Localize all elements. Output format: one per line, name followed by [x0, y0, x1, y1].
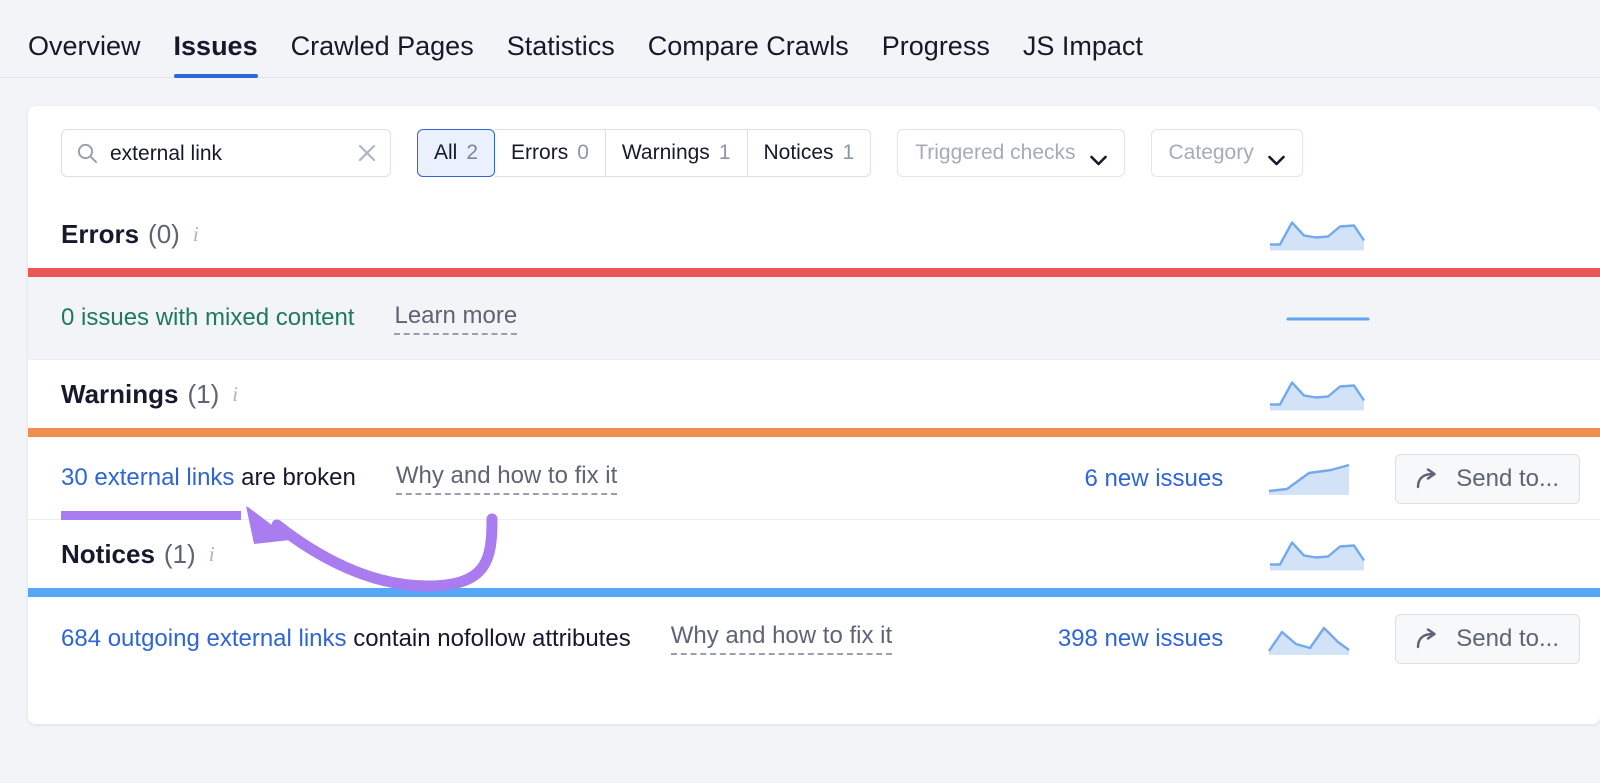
divider-warnings — [28, 428, 1600, 437]
filter-toolbar: external link All 2 Errors 0 Warnings 1 — [28, 106, 1600, 200]
tab-js-impact[interactable]: JS Impact — [1023, 33, 1143, 77]
tab-progress[interactable]: Progress — [882, 33, 990, 77]
issue-title-link[interactable]: 684 outgoing external links — [61, 625, 347, 652]
section-title-notices: Notices — [61, 539, 155, 570]
category-label: Category — [1169, 141, 1254, 165]
main-tabbar: Overview Issues Crawled Pages Statistics… — [0, 0, 1600, 78]
filter-errors-label: Errors — [511, 141, 568, 165]
tab-overview[interactable]: Overview — [28, 33, 141, 77]
issue-title: 684 outgoing external links contain nofo… — [61, 625, 631, 653]
filter-all-label: All — [434, 141, 457, 165]
issue-row-right: 398 new issues Send to... — [1058, 597, 1600, 680]
row-sparkline — [1267, 619, 1351, 659]
send-to-button[interactable]: Send to... — [1395, 454, 1580, 504]
send-to-button-label: Send to... — [1456, 625, 1559, 653]
triggered-checks-label: Triggered checks — [915, 141, 1075, 165]
tab-statistics[interactable]: Statistics — [507, 33, 615, 77]
section-count-notices: (1) — [164, 539, 196, 570]
issue-row-right — [1242, 277, 1600, 360]
chevron-down-icon — [1268, 148, 1285, 159]
category-dropdown[interactable]: Category — [1151, 129, 1303, 177]
tab-issues[interactable]: Issues — [174, 33, 258, 77]
send-to-button-label: Send to... — [1456, 465, 1559, 493]
why-and-how-to-fix-it-link[interactable]: Why and how to fix it — [671, 622, 892, 655]
search-input[interactable]: external link — [61, 129, 391, 177]
section-header-notices: Notices (1) i — [28, 520, 1600, 588]
row-sparkline-flat — [1286, 299, 1370, 339]
filter-warnings-label: Warnings — [622, 141, 710, 165]
why-and-how-to-fix-it-link[interactable]: Why and how to fix it — [396, 462, 617, 495]
filter-warnings[interactable]: Warnings 1 — [606, 129, 748, 177]
issue-title-rest: contain nofollow attributes — [347, 625, 631, 652]
learn-more-link[interactable]: Learn more — [394, 302, 517, 335]
issue-row-nofollow-links[interactable]: 684 outgoing external links contain nofo… — [28, 597, 1600, 680]
filter-all-count: 2 — [466, 141, 478, 165]
issue-title-rest: are broken — [234, 464, 355, 491]
filter-warnings-count: 1 — [719, 141, 731, 165]
tab-crawled-pages[interactable]: Crawled Pages — [291, 33, 474, 77]
send-to-button[interactable]: Send to... — [1395, 614, 1580, 664]
section-header-errors: Errors (0) i — [28, 200, 1600, 268]
issue-row-right: 6 new issues Send to... — [1085, 437, 1600, 520]
issue-row-broken-external-links[interactable]: 30 external links are broken Why and how… — [28, 437, 1600, 520]
issue-title-link[interactable]: 30 external links — [61, 464, 234, 491]
issue-title: 30 external links are broken — [61, 464, 356, 492]
header-sparkline — [1266, 531, 1366, 578]
divider-errors — [28, 268, 1600, 277]
issue-title: 0 issues with mixed content — [61, 304, 354, 332]
issue-row-mixed-content[interactable]: 0 issues with mixed content Learn more — [28, 277, 1600, 360]
header-sparkline — [1266, 371, 1366, 418]
severity-filter-group: All 2 Errors 0 Warnings 1 Notices 1 — [417, 129, 871, 177]
share-arrow-icon — [1416, 628, 1442, 650]
filter-notices[interactable]: Notices 1 — [748, 129, 872, 177]
header-sparkline — [1266, 211, 1366, 258]
triggered-checks-dropdown[interactable]: Triggered checks — [897, 129, 1124, 177]
filter-errors-count: 0 — [577, 141, 589, 165]
info-icon[interactable]: i — [232, 382, 238, 407]
filter-all[interactable]: All 2 — [417, 129, 495, 177]
filter-notices-label: Notices — [764, 141, 834, 165]
card-footer — [28, 680, 1600, 724]
close-icon[interactable] — [356, 142, 378, 164]
filter-errors[interactable]: Errors 0 — [495, 129, 606, 177]
section-title-warnings: Warnings — [61, 379, 178, 410]
search-icon — [76, 142, 98, 164]
section-count-warnings: (1) — [187, 379, 219, 410]
filter-notices-count: 1 — [843, 141, 855, 165]
section-header-warnings: Warnings (1) i — [28, 360, 1600, 428]
share-arrow-icon — [1416, 468, 1442, 490]
section-title-errors: Errors — [61, 219, 139, 250]
search-input-value: external link — [110, 143, 356, 164]
issues-card: external link All 2 Errors 0 Warnings 1 — [28, 106, 1600, 724]
section-count-errors: (0) — [148, 219, 180, 250]
new-issues-link[interactable]: 398 new issues — [1058, 625, 1223, 653]
info-icon[interactable]: i — [209, 542, 215, 567]
tab-compare-crawls[interactable]: Compare Crawls — [648, 33, 849, 77]
chevron-down-icon — [1090, 148, 1107, 159]
row-sparkline — [1267, 459, 1351, 499]
info-icon[interactable]: i — [193, 222, 199, 247]
new-issues-link[interactable]: 6 new issues — [1085, 465, 1224, 493]
divider-notices — [28, 588, 1600, 597]
